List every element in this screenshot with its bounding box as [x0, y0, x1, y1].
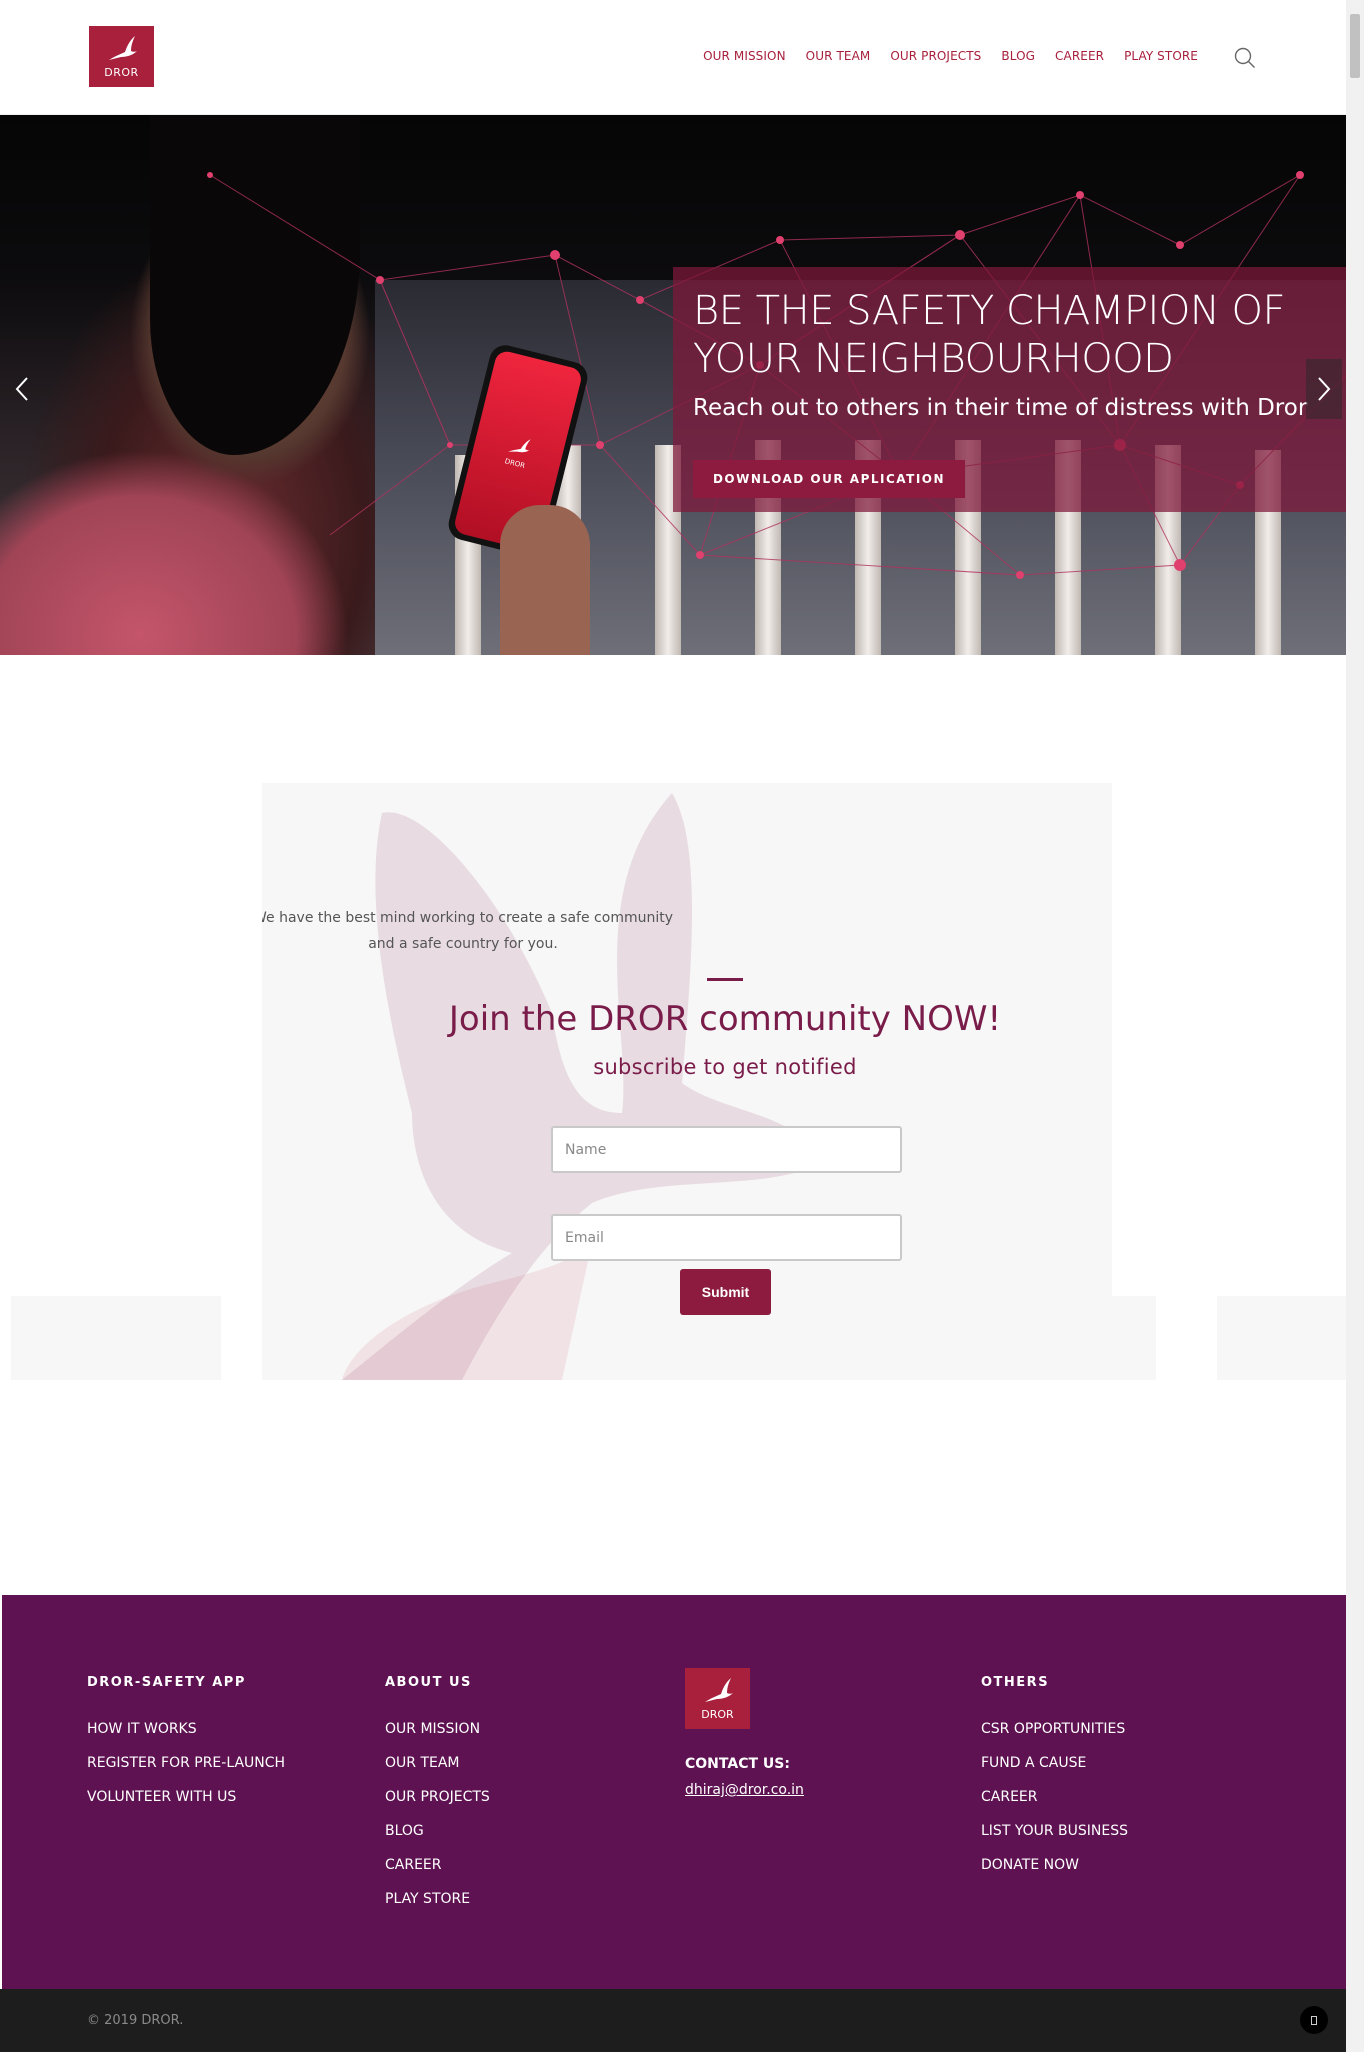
contact-email-link[interactable]: dhiraj@dror.co.in — [685, 1782, 804, 1798]
footer-link-volunteer[interactable]: VOLUNTEER WITH US — [87, 1780, 285, 1814]
side-panel-left — [11, 1296, 221, 1380]
nav-play-store[interactable]: PLAY STORE — [1124, 49, 1198, 63]
site-footer: DROR-SAFETY APP HOW IT WORKS REGISTER FO… — [0, 1595, 1346, 1989]
site-header: DROR OUR MISSION OUR TEAM OUR PROJECTS B… — [0, 0, 1346, 115]
nav-our-mission[interactable]: OUR MISSION — [703, 49, 786, 63]
hand-figure — [500, 505, 590, 655]
download-app-button[interactable]: DOWNLOAD OUR APLICATION — [693, 460, 965, 498]
footer-col-about: ABOUT US OUR MISSION OUR TEAM OUR PROJEC… — [385, 1675, 490, 1916]
name-field[interactable] — [551, 1126, 902, 1173]
chevron-right-icon[interactable] — [1306, 359, 1342, 419]
footer-bottom-bar: © 2019 DROR. — [0, 1989, 1346, 2052]
footer-link-how-it-works[interactable]: HOW IT WORKS — [87, 1712, 285, 1746]
hero-title: BE THE SAFETY CHAMPION OF YOUR NEIGHBOUR… — [693, 288, 1285, 382]
footer-heading-about: ABOUT US — [385, 1675, 472, 1690]
footer-link-our-team[interactable]: OUR TEAM — [385, 1746, 490, 1780]
bird-logo-icon — [508, 438, 531, 452]
footer-logo[interactable]: DROR — [685, 1668, 750, 1729]
nav-our-team[interactable]: OUR TEAM — [806, 49, 871, 63]
chevron-left-icon[interactable] — [4, 359, 40, 419]
footer-link-career-others[interactable]: CAREER — [981, 1780, 1128, 1814]
hero-caption: BE THE SAFETY CHAMPION OF YOUR NEIGHBOUR… — [673, 267, 1346, 512]
subscribe-section: We have the best mind working to create … — [262, 783, 1112, 1380]
footer-col-others: OTHERS CSR OPPORTUNITIES FUND A CAUSE CA… — [981, 1675, 1128, 1882]
scrollbar-thumb[interactable] — [1350, 14, 1360, 78]
copyright-text: © 2019 DROR. — [87, 2013, 184, 2028]
join-heading: Join the DROR community NOW! — [448, 999, 1002, 1039]
side-panel-middle — [1112, 1296, 1156, 1380]
footer-link-blog[interactable]: BLOG — [385, 1814, 490, 1848]
hero-subtitle: Reach out to others in their time of dis… — [693, 395, 1308, 421]
subscribe-subheading: subscribe to get notified — [593, 1055, 857, 1079]
phone-logo-text: DROR — [503, 456, 526, 470]
footer-heading-app: DROR-SAFETY APP — [87, 1675, 246, 1690]
page-scrollbar[interactable] — [1346, 0, 1364, 2052]
footer-link-csr[interactable]: CSR OPPORTUNITIES — [981, 1712, 1128, 1746]
bird-logo-icon — [108, 36, 137, 60]
email-field[interactable] — [551, 1214, 902, 1261]
main-nav: OUR MISSION OUR TEAM OUR PROJECTS BLOG C… — [703, 49, 1198, 63]
nav-career[interactable]: CAREER — [1055, 49, 1104, 63]
bird-logo-icon — [704, 1678, 733, 1702]
footer-link-our-mission[interactable]: OUR MISSION — [385, 1712, 490, 1746]
footer-link-career[interactable]: CAREER — [385, 1848, 490, 1882]
side-panel-right — [1217, 1296, 1346, 1380]
logo-text: DROR — [104, 66, 139, 79]
footer-link-donate[interactable]: DONATE NOW — [981, 1848, 1128, 1882]
footer-link-play-store[interactable]: PLAY STORE — [385, 1882, 490, 1916]
search-icon[interactable] — [1234, 47, 1256, 69]
footer-logo-text: DROR — [701, 1708, 734, 1721]
footer-col-app: DROR-SAFETY APP HOW IT WORKS REGISTER FO… — [87, 1675, 285, 1814]
nav-blog[interactable]: BLOG — [1001, 49, 1035, 63]
contact-label: CONTACT US: — [685, 1756, 790, 1772]
footer-link-list-business[interactable]: LIST YOUR BUSINESS — [981, 1814, 1128, 1848]
footer-link-register[interactable]: REGISTER FOR PRE-LAUNCH — [87, 1746, 285, 1780]
footer-link-fund-cause[interactable]: FUND A CAUSE — [981, 1746, 1128, 1780]
footer-heading-others: OTHERS — [981, 1675, 1050, 1690]
nav-our-projects[interactable]: OUR PROJECTS — [890, 49, 981, 63]
footer-link-our-projects[interactable]: OUR PROJECTS — [385, 1780, 490, 1814]
submit-button[interactable]: Submit — [680, 1269, 771, 1315]
dror-logo[interactable]: DROR — [89, 26, 154, 87]
hero-slider: DROR BE THE SAFETY CHAMPION OF YOUR NEIG… — [0, 115, 1346, 655]
back-to-top-icon[interactable] — [1300, 2006, 1328, 2034]
